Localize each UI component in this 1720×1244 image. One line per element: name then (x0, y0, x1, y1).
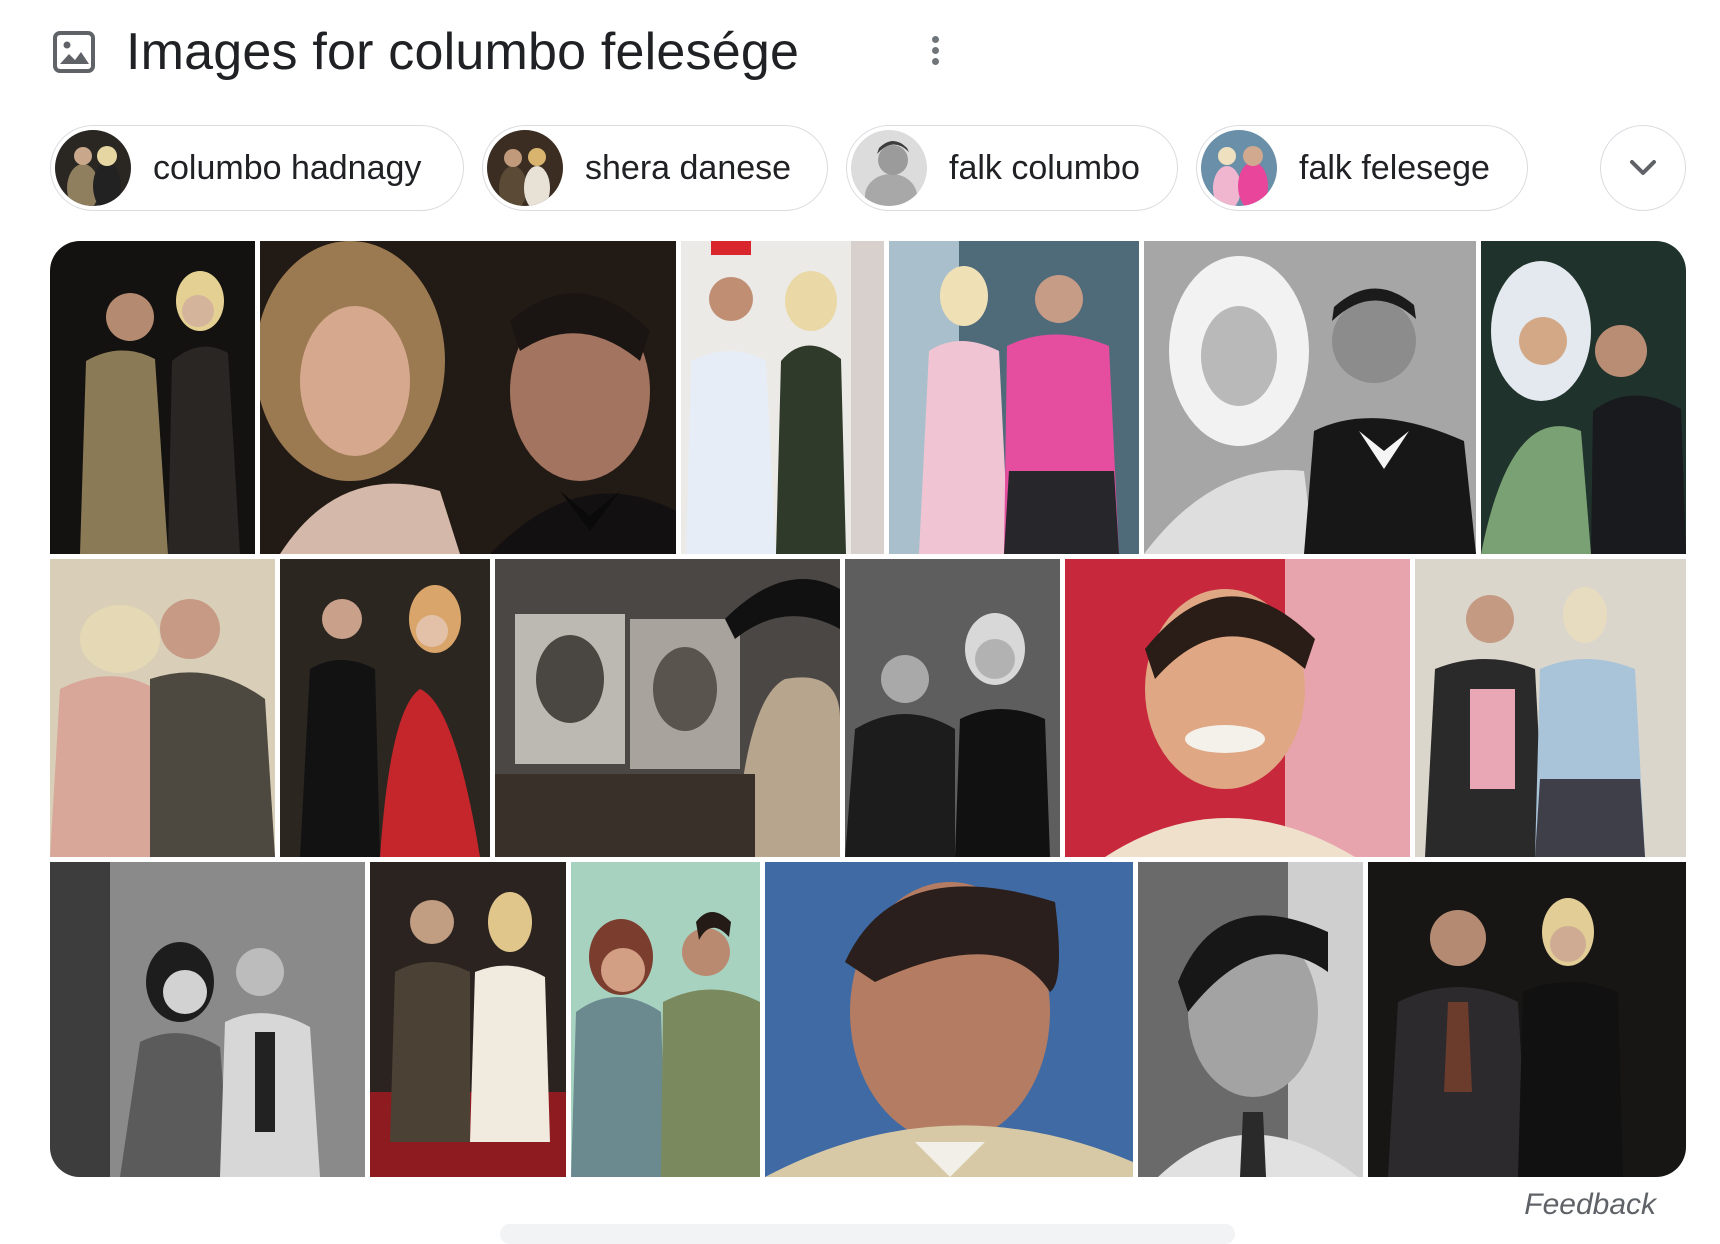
chip-thumbnail (487, 130, 563, 206)
chip-label: falk columbo (949, 148, 1140, 187)
chip-thumbnail (1201, 130, 1277, 206)
image-result[interactable] (495, 559, 840, 857)
expand-chips-button[interactable] (1600, 125, 1686, 211)
image-result[interactable] (765, 862, 1133, 1177)
image-icon (53, 31, 95, 73)
image-result[interactable] (50, 862, 365, 1177)
section-title: Images for columbo felesége (126, 23, 800, 81)
chip-shera-danese[interactable]: shera danese (482, 125, 828, 211)
image-result[interactable] (1415, 559, 1686, 857)
chip-label: falk felesege (1299, 148, 1490, 187)
chip-thumbnail (851, 130, 927, 206)
image-result[interactable] (681, 241, 884, 554)
image-result[interactable] (50, 241, 255, 554)
image-result[interactable] (260, 241, 676, 554)
images-section-header: Images for columbo felesége (52, 18, 799, 86)
more-vert-icon[interactable] (932, 32, 939, 69)
image-result[interactable] (1481, 241, 1686, 554)
view-all-bar[interactable] (500, 1224, 1235, 1244)
chip-thumbnail (55, 130, 131, 206)
image-result[interactable] (1065, 559, 1410, 857)
image-result[interactable] (1368, 862, 1686, 1177)
image-result[interactable] (50, 559, 275, 857)
image-result[interactable] (280, 559, 490, 857)
chip-columbo-hadnagy[interactable]: columbo hadnagy (50, 125, 464, 211)
image-result[interactable] (845, 559, 1060, 857)
image-result[interactable] (370, 862, 566, 1177)
chip-falk-columbo[interactable]: falk columbo (846, 125, 1178, 211)
feedback-link[interactable]: Feedback (1524, 1188, 1656, 1222)
image-result[interactable] (571, 862, 760, 1177)
chevron-down-icon (1630, 160, 1656, 175)
image-result[interactable] (1138, 862, 1363, 1177)
image-result[interactable] (889, 241, 1139, 554)
image-grid (50, 241, 1686, 1177)
chip-label: shera danese (585, 148, 792, 187)
chip-falk-felesege[interactable]: falk felesege (1196, 125, 1528, 211)
chip-label: columbo hadnagy (153, 148, 422, 187)
image-result[interactable] (1144, 241, 1476, 554)
